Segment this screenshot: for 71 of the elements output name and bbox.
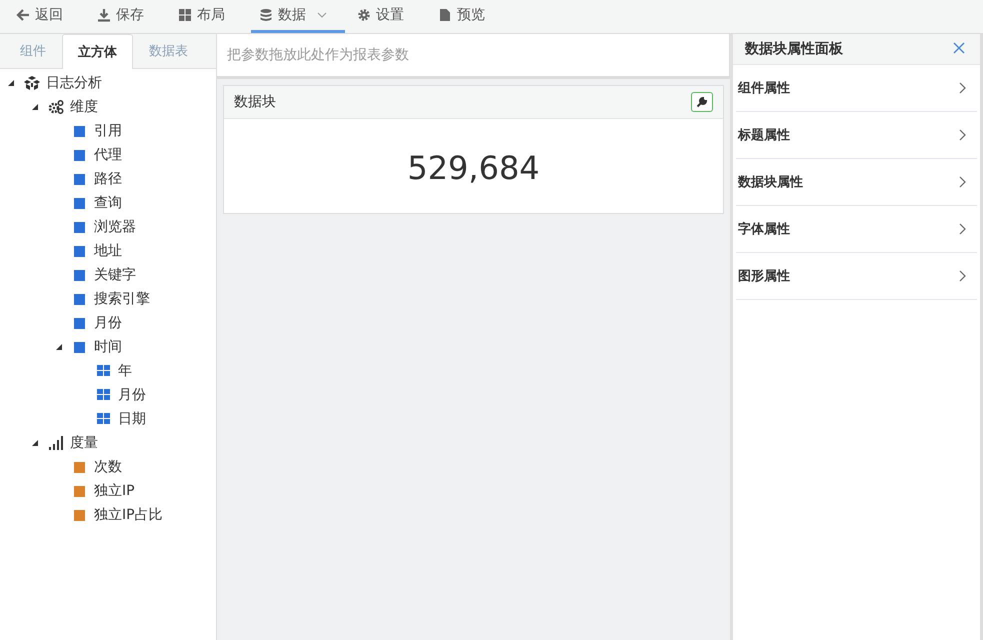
tree-item[interactable]: 次数 — [94, 458, 122, 476]
property-section[interactable]: 组件属性 — [736, 65, 977, 112]
property-section[interactable]: 字体属性 — [736, 206, 977, 253]
toolbar-button[interactable]: 布局 — [170, 0, 247, 33]
tree-item[interactable]: 查询 — [94, 194, 122, 212]
database-icon — [259, 8, 273, 22]
tree-item[interactable]: 日期 — [118, 410, 146, 428]
sidebar-tab[interactable]: 立方体 — [62, 34, 133, 69]
chevron-right-icon — [959, 129, 967, 141]
square-icon — [72, 291, 88, 307]
square-icon — [72, 507, 88, 523]
tree-item[interactable]: 独立IP — [94, 482, 135, 500]
square-icon — [72, 267, 88, 283]
chevron-right-icon — [959, 223, 967, 235]
chevron-right-icon — [959, 270, 967, 282]
tree-item[interactable]: 维度 — [70, 98, 98, 116]
data-block-value: 529,684 — [406, 148, 541, 189]
property-section[interactable]: 标题属性 — [736, 112, 977, 159]
tree-item[interactable]: 引用 — [94, 122, 122, 140]
square-icon — [72, 147, 88, 163]
tree-item[interactable]: 搜索引擎 — [94, 290, 150, 308]
toolbar-button[interactable]: 预览 — [430, 0, 507, 33]
cubes-icon — [24, 75, 40, 91]
toolbar-button[interactable]: 保存 — [89, 0, 166, 33]
arrow-left-icon — [16, 8, 30, 22]
square-icon — [72, 171, 88, 187]
property-section[interactable]: 图形属性 — [736, 253, 977, 300]
tree-item[interactable]: 月份 — [118, 386, 146, 404]
square-icon — [72, 459, 88, 475]
property-section[interactable]: 数据块属性 — [736, 159, 977, 206]
close-button[interactable] — [952, 42, 966, 56]
bars-icon — [48, 435, 64, 451]
expanded-triangle-icon[interactable] — [6, 78, 16, 88]
caret-icon — [317, 12, 327, 18]
wrench-button[interactable] — [691, 92, 713, 112]
tree-item[interactable]: 地址 — [94, 242, 122, 260]
square-icon — [72, 123, 88, 139]
chevron-right-icon — [959, 82, 967, 94]
tree-item[interactable]: 关键字 — [94, 266, 136, 284]
download-icon — [97, 8, 111, 22]
document-icon — [438, 8, 452, 22]
square-icon — [72, 243, 88, 259]
chevron-right-icon — [959, 176, 967, 188]
grid-icon — [96, 411, 112, 427]
tree-item[interactable]: 度量 — [70, 434, 98, 452]
tree-item[interactable]: 浏览器 — [94, 218, 136, 236]
gear-icon — [357, 8, 371, 22]
grid-icon — [178, 8, 192, 22]
tree-item[interactable]: 日志分析 — [46, 74, 102, 92]
square-icon — [72, 219, 88, 235]
square-icon — [72, 315, 88, 331]
data-block-title: 数据块 — [234, 93, 276, 111]
tree-item[interactable]: 月份 — [94, 314, 122, 332]
square-icon — [72, 483, 88, 499]
toolbar-button[interactable]: 设置 — [349, 0, 426, 33]
grid-icon — [96, 387, 112, 403]
tree-item[interactable]: 路径 — [94, 170, 122, 188]
tree-item[interactable]: 年 — [118, 362, 132, 380]
wrench-icon — [696, 96, 708, 108]
tree-item[interactable]: 独立IP占比 — [94, 506, 163, 524]
expanded-triangle-icon[interactable] — [30, 438, 40, 448]
toolbar-button[interactable]: 返回 — [8, 0, 85, 33]
tree-item[interactable]: 代理 — [94, 146, 122, 164]
grid-icon — [96, 363, 112, 379]
square-icon — [72, 339, 88, 355]
expanded-triangle-icon[interactable] — [30, 102, 40, 112]
expanded-triangle-icon[interactable] — [54, 342, 64, 352]
panel-title: 数据块属性面板 — [745, 40, 843, 58]
square-icon — [72, 195, 88, 211]
tree-item[interactable]: 时间 — [94, 338, 122, 356]
gears-icon — [48, 99, 64, 115]
